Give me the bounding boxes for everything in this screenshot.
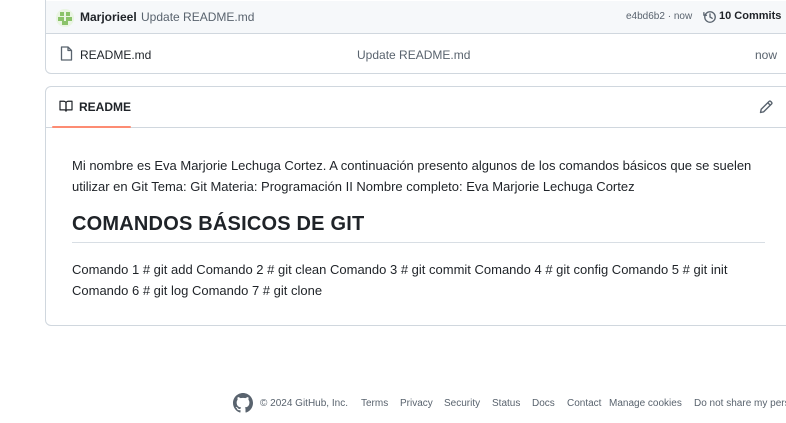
active-tab-indicator [52, 126, 131, 128]
commit-message[interactable]: Update README.md [141, 10, 254, 24]
table-row: README.md Update README.md now [46, 34, 786, 74]
file-name-link[interactable]: README.md [80, 48, 151, 62]
readme-intro: Mi nombre es Eva Marjorie Lechuga Cortez… [72, 158, 752, 194]
avatar-icon [56, 9, 74, 27]
file-list: Marjorieel Update README.md e4bd6b2 · no… [45, 0, 786, 74]
readme-heading: COMANDOS BÁSICOS DE GIT [72, 213, 765, 243]
commit-author[interactable]: Marjorieel [80, 10, 137, 24]
footer-link-privacy[interactable]: Privacy [400, 398, 433, 409]
book-icon [59, 100, 73, 112]
commit-sha-age[interactable]: e4bd6b2 · now [626, 11, 692, 22]
avatar[interactable] [56, 9, 74, 27]
history-icon [703, 11, 716, 23]
latest-commit-bar: Marjorieel Update README.md e4bd6b2 · no… [46, 1, 786, 34]
file-icon [60, 46, 73, 61]
readme-commands: Comando 1 # git add Comando 2 # git clea… [72, 262, 728, 298]
footer-link-status[interactable]: Status [492, 398, 520, 409]
commits-count: 10 Commits [719, 10, 782, 22]
footer-link-contact[interactable]: Contact [567, 398, 601, 409]
footer-copyright: © 2024 GitHub, Inc. [260, 398, 348, 409]
footer-link-terms[interactable]: Terms [361, 398, 388, 409]
footer-link-manage-cookies[interactable]: Manage cookies [609, 398, 682, 409]
github-logo-icon[interactable] [233, 393, 253, 413]
readme-panel: README Mi nombre es Eva Marjorie Lechuga… [45, 86, 786, 326]
footer-link-security[interactable]: Security [444, 398, 480, 409]
footer-link-docs[interactable]: Docs [532, 398, 555, 409]
footer-link-do-not-share[interactable]: Do not share my personal information [694, 398, 786, 409]
tab-readme-label: README [79, 100, 132, 114]
readme-header: README [46, 87, 786, 128]
pencil-icon[interactable] [758, 99, 774, 115]
tab-readme[interactable]: README [52, 87, 132, 128]
file-commit-message[interactable]: Update README.md [357, 48, 470, 62]
file-commit-age: now [755, 48, 778, 62]
